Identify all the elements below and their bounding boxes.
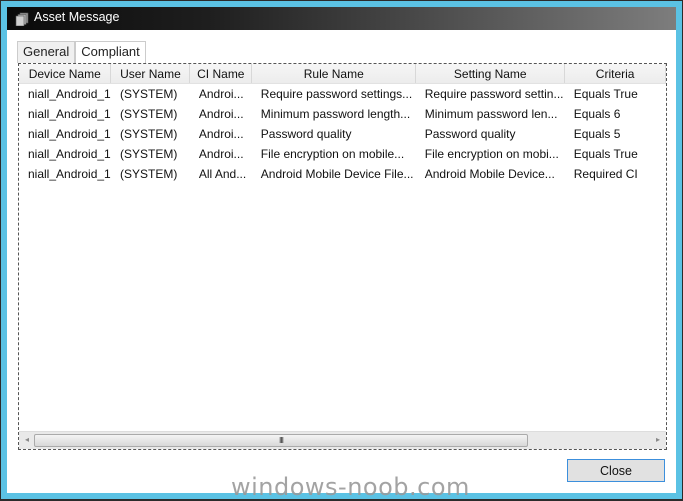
- cell-rule-name: Require password settings...: [260, 87, 413, 101]
- column-header-rule-name[interactable]: Rule Name: [251, 64, 417, 84]
- cell-user-name: (SYSTEM): [119, 107, 178, 121]
- cell-user-name: (SYSTEM): [119, 167, 178, 181]
- column-header-setting-name[interactable]: Setting Name: [415, 64, 566, 84]
- title-bar[interactable]: Asset Message: [7, 7, 676, 30]
- header-row: Device Name User Name CI Name Rule Name …: [19, 64, 666, 84]
- table-row[interactable]: niall_Android_1 (SYSTEM) All And... Andr…: [19, 164, 666, 184]
- cell-criteria: Required CI: [573, 167, 638, 181]
- cell-setting-name: File encryption on mobi...: [424, 147, 559, 161]
- cell-setting-name: Password quality: [424, 127, 516, 141]
- dialog-client-area: General Compliant Device Name User Name …: [7, 30, 676, 501]
- column-header-criteria[interactable]: Criteria: [564, 64, 666, 84]
- cell-criteria: Equals True: [573, 87, 638, 101]
- tab-compliant[interactable]: Compliant: [75, 41, 146, 64]
- cell-ci-name: Androi...: [198, 87, 244, 101]
- cell-user-name: (SYSTEM): [119, 127, 178, 141]
- tab-strip: General Compliant: [17, 41, 146, 64]
- stacked-documents-icon: [15, 12, 29, 26]
- table-row[interactable]: niall_Android_1 (SYSTEM) Androi... File …: [19, 144, 666, 164]
- compliance-table: Device Name User Name CI Name Rule Name …: [19, 64, 666, 184]
- compliance-list[interactable]: Device Name User Name CI Name Rule Name …: [18, 63, 667, 450]
- table-row[interactable]: niall_Android_1 (SYSTEM) Androi... Requi…: [19, 84, 666, 105]
- scroll-left-arrow-icon[interactable]: ◂: [22, 435, 32, 445]
- scroll-right-arrow-icon[interactable]: ▸: [653, 435, 663, 445]
- window-title: Asset Message: [34, 10, 120, 24]
- scrollbar-thumb[interactable]: III: [34, 434, 528, 447]
- cell-ci-name: Androi...: [198, 127, 244, 141]
- cell-user-name: (SYSTEM): [119, 147, 178, 161]
- cell-ci-name: Androi...: [198, 147, 244, 161]
- asset-message-window: Asset Message General Compliant Device N…: [0, 0, 683, 501]
- cell-device-name: niall_Android_1: [28, 127, 111, 141]
- cell-rule-name: Password quality: [260, 127, 352, 141]
- cell-user-name: (SYSTEM): [119, 87, 178, 101]
- column-header-ci-name[interactable]: CI Name: [189, 64, 253, 84]
- table-row[interactable]: niall_Android_1 (SYSTEM) Androi... Minim…: [19, 104, 666, 124]
- cell-criteria: Equals 5: [573, 127, 621, 141]
- column-header-user-name[interactable]: User Name: [110, 64, 191, 84]
- column-header-device-name[interactable]: Device Name: [19, 64, 112, 84]
- cell-device-name: niall_Android_1: [28, 87, 111, 101]
- cell-setting-name: Android Mobile Device...: [424, 167, 555, 181]
- cell-rule-name: Minimum password length...: [260, 107, 411, 121]
- cell-setting-name: Minimum password len...: [424, 107, 558, 121]
- cell-rule-name: File encryption on mobile...: [260, 147, 405, 161]
- cell-device-name: niall_Android_1: [28, 147, 111, 161]
- grip-icon: III: [278, 436, 284, 445]
- cell-ci-name: All And...: [198, 167, 247, 181]
- watermark-text: windows-noob.com: [231, 473, 470, 501]
- cell-criteria: Equals True: [573, 147, 638, 161]
- cell-rule-name: Android Mobile Device File...: [260, 167, 414, 181]
- cell-setting-name: Require password settin...: [424, 87, 564, 101]
- table-row[interactable]: niall_Android_1 (SYSTEM) Androi... Passw…: [19, 124, 666, 144]
- tab-general[interactable]: General: [17, 41, 76, 63]
- cell-device-name: niall_Android_1: [28, 167, 111, 181]
- cell-device-name: niall_Android_1: [28, 107, 111, 121]
- close-button[interactable]: Close: [567, 459, 665, 482]
- horizontal-scrollbar[interactable]: ◂ III ▸: [19, 431, 666, 449]
- cell-criteria: Equals 6: [573, 107, 621, 121]
- cell-ci-name: Androi...: [198, 107, 244, 121]
